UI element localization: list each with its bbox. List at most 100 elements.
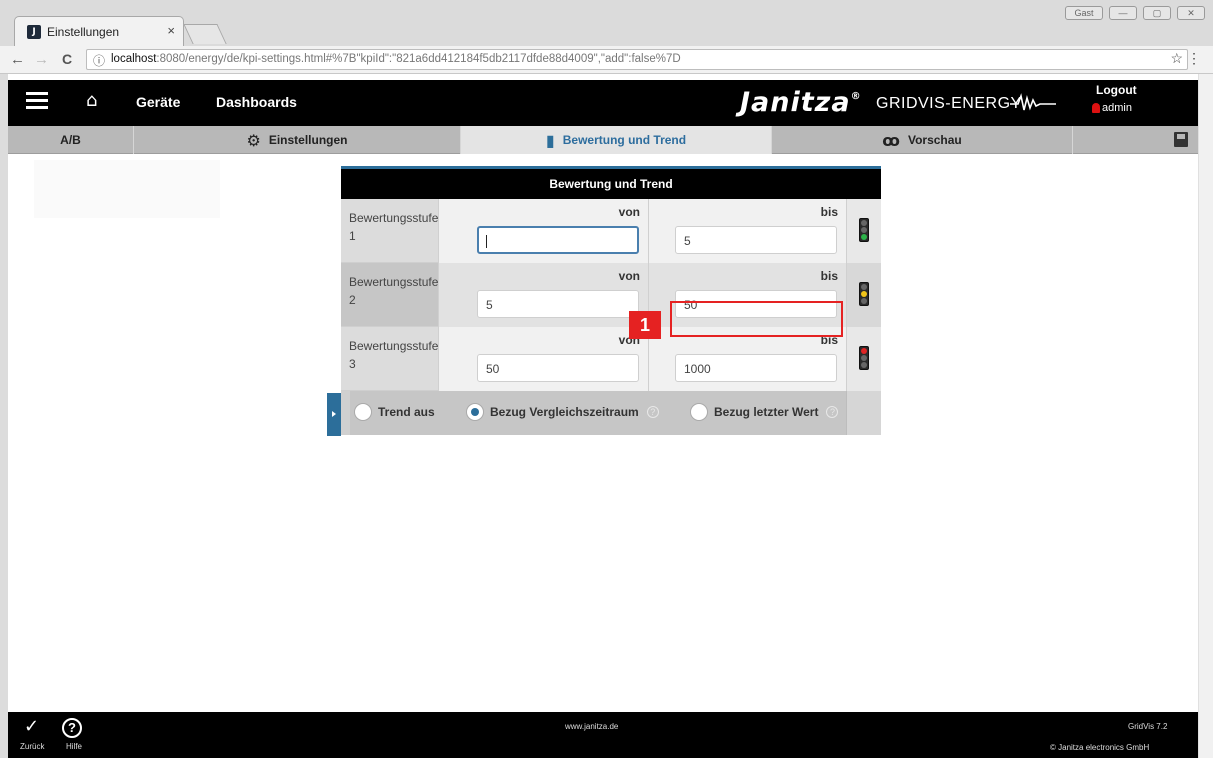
- settings-tabs: A/B ⚙ Einstellungen ▮ Bewertung und Trend …: [8, 126, 1198, 154]
- rating-level-label: Bewertungsstufe 1: [349, 209, 449, 245]
- brand-name: Janitza: [740, 87, 851, 118]
- tab-divider: [1072, 126, 1073, 154]
- level-2-from-input[interactable]: 5: [477, 290, 639, 318]
- back-arrow-icon[interactable]: ←: [10, 51, 25, 68]
- copyright-label: © Janitza electronics GmbH: [1050, 743, 1150, 752]
- rating-level-label: Bewertungsstufe 3: [349, 337, 449, 373]
- traffic-light-icon: ▮: [545, 130, 555, 150]
- level-3-to-input[interactable]: 1000: [675, 354, 837, 382]
- rating-level-label: Bewertungsstufe 2: [349, 273, 449, 309]
- url-host: localhost: [111, 53, 157, 65]
- to-label: bis: [820, 269, 838, 283]
- trend-comparison-label: Bezug Vergleichszeitraum: [490, 405, 639, 419]
- trend-options: Trend aus Bezug Vergleichszeitraum? Bezu…: [350, 391, 846, 435]
- indicator-cell: [846, 263, 881, 327]
- url-path: :8080/energy/de/kpi-settings.html#%7B"kp…: [156, 53, 681, 65]
- app-favicon-icon: J: [27, 25, 41, 39]
- forward-arrow-icon[interactable]: →: [34, 51, 49, 68]
- back-checkmark-icon[interactable]: ✓: [24, 716, 39, 737]
- from-label: von: [618, 269, 640, 283]
- maximize-icon[interactable]: ▢: [1143, 6, 1171, 20]
- nav-devices[interactable]: Geräte: [136, 94, 180, 110]
- trend-comparison-radio[interactable]: Bezug Vergleichszeitraum?: [466, 403, 659, 421]
- rating-level-number: 1: [349, 229, 356, 243]
- bookmark-star-icon[interactable]: ☆: [1170, 50, 1183, 67]
- empty-placeholder: [34, 160, 220, 218]
- help-icon[interactable]: ?: [646, 406, 659, 418]
- url-field[interactable]: ⓘ localhost:8080/energy/de/kpi-settings.…: [86, 49, 1188, 70]
- help-label[interactable]: Hilfe: [66, 742, 82, 751]
- gears-icon: ⚙: [246, 130, 261, 150]
- trend-last-value-label: Bezug letzter Wert: [714, 405, 819, 419]
- rating-level-label-text: Bewertungsstufe: [349, 211, 439, 225]
- level-1-to-input[interactable]: 5: [675, 226, 837, 254]
- trend-options-row: Trend aus Bezug Vergleichszeitraum? Bezu…: [341, 391, 881, 435]
- product-name: GRIDVIS-ENERGY: [876, 95, 1022, 112]
- minimize-icon[interactable]: —: [1109, 6, 1137, 20]
- trend-off-label: Trend aus: [378, 405, 435, 419]
- tab-ab[interactable]: A/B: [8, 126, 133, 154]
- browser-tab-title: Einstellungen: [47, 25, 120, 39]
- indicator-cell: [846, 199, 881, 263]
- from-label: von: [618, 205, 640, 219]
- janitza-logo: Janitza®: [740, 87, 862, 118]
- to-cell: bis 5: [648, 199, 846, 263]
- browser-menu-icon[interactable]: ⋮: [1187, 50, 1201, 67]
- radio-off-icon: [690, 403, 708, 421]
- level-1-from-input[interactable]: [477, 226, 639, 254]
- browser-titlebar: J Einstellungen × Gast — ▢ ✕: [0, 0, 1213, 46]
- profile-button[interactable]: Gast: [1065, 6, 1103, 20]
- traffic-light-green-icon: [859, 218, 869, 242]
- panel-title: Bewertung und Trend: [341, 166, 881, 199]
- page-scrollbar[interactable]: [1198, 74, 1213, 758]
- home-icon[interactable]: ⌂: [86, 90, 97, 111]
- tab-preview[interactable]: ꝏ Vorschau: [772, 126, 1072, 154]
- info-icon[interactable]: ⓘ: [93, 52, 105, 69]
- level-3-from-input[interactable]: 50: [477, 354, 639, 382]
- tab-preview-label: Vorschau: [907, 133, 962, 147]
- app-header: ⌂ Geräte Dashboards Janitza® GRIDVIS-ENE…: [8, 80, 1198, 126]
- trend-off-radio[interactable]: Trend aus: [354, 403, 435, 421]
- username-label: admin: [1102, 102, 1132, 114]
- tab-rating-label: Bewertung und Trend: [562, 133, 687, 147]
- window-left-edge: [0, 74, 8, 758]
- browser-tab[interactable]: J Einstellungen ×: [14, 16, 184, 46]
- user-icon: [1092, 103, 1100, 113]
- reload-icon[interactable]: C: [62, 51, 72, 67]
- tab-settings[interactable]: ⚙ Einstellungen: [134, 126, 460, 154]
- help-icon[interactable]: ?: [826, 406, 839, 418]
- url-text: localhost:8080/energy/de/kpi-settings.ht…: [111, 53, 681, 65]
- save-icon[interactable]: [1174, 132, 1188, 147]
- tab-ab-label: A/B: [60, 133, 81, 147]
- new-tab-button[interactable]: [183, 24, 227, 44]
- logout-button[interactable]: Logout: [1096, 83, 1137, 97]
- trend-end-cell: [846, 391, 881, 435]
- nav-dashboards[interactable]: Dashboards: [216, 94, 297, 110]
- window-controls: Gast — ▢ ✕: [1065, 6, 1205, 20]
- rating-level-number: 3: [349, 357, 356, 371]
- rating-level-row: Bewertungsstufe 1 von bis 5: [341, 199, 881, 263]
- from-cell: von 5: [438, 263, 648, 327]
- expand-panel-handle[interactable]: [327, 393, 341, 436]
- text-caret: [486, 235, 487, 249]
- pulse-wave-icon: [1010, 93, 1056, 111]
- trend-last-value-radio[interactable]: Bezug letzter Wert?: [690, 403, 839, 421]
- back-label[interactable]: Zurück: [20, 742, 44, 751]
- from-cell: von: [438, 199, 648, 263]
- rating-level-label-text: Bewertungsstufe: [349, 275, 439, 289]
- traffic-light-yellow-icon: [859, 282, 869, 306]
- to-label: bis: [820, 205, 838, 219]
- tab-close-icon[interactable]: ×: [167, 23, 175, 38]
- brand-registered: ®: [850, 91, 862, 102]
- glasses-icon: ꝏ: [882, 130, 900, 150]
- version-label: GridVis 7.2: [1128, 722, 1168, 731]
- close-window-icon[interactable]: ✕: [1177, 6, 1205, 20]
- address-bar: ← → C ⓘ localhost:8080/energy/de/kpi-set…: [0, 46, 1213, 74]
- hamburger-menu-icon[interactable]: [26, 92, 48, 110]
- tab-settings-label: Einstellungen: [268, 133, 348, 147]
- help-circle-icon[interactable]: ?: [62, 718, 82, 738]
- website-link[interactable]: www.janitza.de: [565, 722, 618, 731]
- indicator-cell: [846, 327, 881, 391]
- tab-rating-trend[interactable]: ▮ Bewertung und Trend: [461, 126, 771, 154]
- radio-off-icon: [354, 403, 372, 421]
